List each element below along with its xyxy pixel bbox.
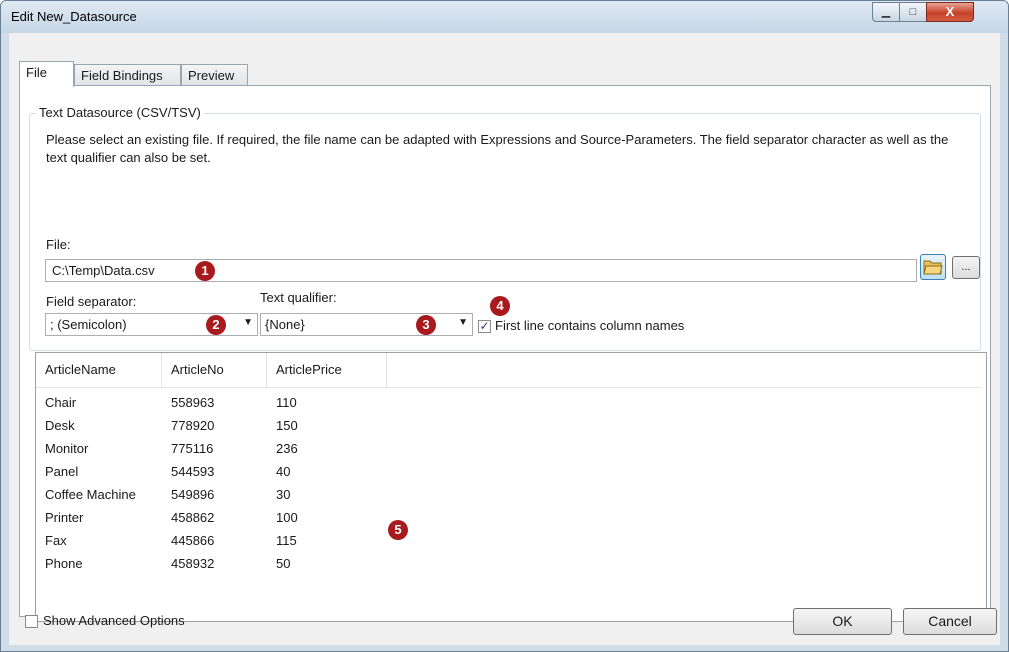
cell-article-price: 110 — [276, 395, 297, 410]
tab-file[interactable]: File — [19, 61, 74, 87]
callout-badge-2: 2 — [206, 315, 226, 335]
table-row[interactable]: Chair 558963 110 — [36, 391, 436, 414]
callout-badge-5: 5 — [388, 520, 408, 540]
callout-badge-4: 4 — [490, 296, 510, 316]
close-icon: X — [945, 4, 955, 19]
text-qualifier-select[interactable]: {None} ▼ — [260, 313, 473, 336]
tab-field-bindings[interactable]: Field Bindings — [74, 64, 181, 86]
ok-button-label: OK — [832, 613, 853, 629]
first-line-checkbox[interactable]: ✓ — [478, 320, 491, 333]
file-label: File: — [46, 237, 71, 252]
maximize-icon: □ — [909, 6, 917, 18]
callout-badge-1: 1 — [195, 261, 215, 281]
field-separator-select[interactable]: ; (Semicolon) ▼ — [45, 313, 258, 336]
cell-article-price: 150 — [276, 418, 298, 433]
cell-article-name: Panel — [45, 464, 79, 479]
table-row[interactable]: Monitor 775116 236 — [36, 437, 436, 460]
grid-header: ArticleName ArticleNo ArticlePrice — [36, 353, 980, 388]
cell-article-price: 40 — [276, 464, 291, 479]
table-row[interactable]: Panel 544593 40 — [36, 460, 436, 483]
tab-preview-label: Preview — [188, 68, 235, 83]
cell-article-no: 458862 — [171, 510, 215, 525]
advanced-options-label[interactable]: Show Advanced Options — [43, 613, 185, 628]
expression-button-label: ... — [961, 261, 971, 273]
table-row[interactable]: Coffee Machine 549896 30 — [36, 483, 436, 506]
cell-article-name: Phone — [45, 556, 83, 571]
file-tab-panel: Text Datasource (CSV/TSV) Please select … — [19, 85, 991, 622]
maximize-button[interactable]: □ — [899, 2, 927, 22]
window-title: Edit New_Datasource — [11, 9, 137, 24]
dialog-window: Edit New_Datasource ▁ □ X File Field Bin… — [0, 0, 1009, 652]
checkmark-icon: ✓ — [479, 319, 490, 333]
group-description: Please select an existing file. If requi… — [46, 132, 949, 165]
cell-article-no: 445866 — [171, 533, 215, 548]
cell-article-price: 115 — [276, 533, 297, 548]
cell-article-price: 30 — [276, 487, 291, 502]
folder-open-icon — [923, 260, 943, 275]
minimize-button[interactable]: ▁ — [872, 2, 900, 22]
cell-article-name: Desk — [45, 418, 75, 433]
cell-article-name: Printer — [45, 510, 84, 525]
text-qualifier-label: Text qualifier: — [260, 290, 337, 305]
column-header[interactable]: ArticlePrice — [267, 353, 387, 387]
cell-article-name: Monitor — [45, 441, 89, 456]
data-preview-grid[interactable]: ArticleName ArticleNo ArticlePrice Chair… — [35, 352, 987, 622]
field-separator-label: Field separator: — [46, 294, 137, 309]
cell-article-no: 549896 — [171, 487, 215, 502]
browse-file-button[interactable] — [920, 254, 946, 280]
chevron-down-icon: ▼ — [458, 317, 468, 328]
first-line-checkbox-label[interactable]: First line contains column names — [495, 318, 684, 333]
tab-preview[interactable]: Preview — [181, 64, 248, 86]
table-row[interactable]: Phone 458932 50 — [36, 552, 436, 575]
cell-article-price: 100 — [276, 510, 298, 525]
field-separator-value: ; (Semicolon) — [50, 317, 127, 332]
column-header[interactable]: ArticleNo — [162, 353, 267, 387]
cell-article-name: Coffee Machine — [45, 487, 136, 502]
table-row[interactable]: Desk 778920 150 — [36, 414, 436, 437]
advanced-options-checkbox[interactable] — [25, 615, 38, 628]
group-title: Text Datasource (CSV/TSV) — [36, 105, 204, 120]
cell-article-price: 236 — [276, 441, 298, 456]
cell-article-no: 558963 — [171, 395, 215, 410]
column-header[interactable]: ArticleName — [36, 353, 162, 387]
title-bar[interactable]: Edit New_Datasource ▁ □ X — [1, 1, 1008, 33]
table-row[interactable]: Printer 458862 100 — [36, 506, 436, 529]
minimize-icon: ▁ — [881, 6, 891, 18]
cell-article-name: Fax — [45, 533, 67, 548]
table-row[interactable]: Fax 445866 115 — [36, 529, 436, 552]
callout-badge-3: 3 — [416, 315, 436, 335]
cell-article-no: 775116 — [171, 441, 214, 456]
cell-article-no: 778920 — [171, 418, 215, 433]
tab-field-bindings-label: Field Bindings — [81, 68, 163, 83]
expression-button[interactable]: ... — [952, 256, 980, 279]
ok-button[interactable]: OK — [793, 608, 892, 635]
cell-article-name: Chair — [45, 395, 77, 410]
cancel-button-label: Cancel — [928, 613, 972, 629]
cancel-button[interactable]: Cancel — [903, 608, 997, 635]
tab-file-label: File — [26, 65, 47, 80]
cell-article-no: 458932 — [171, 556, 215, 571]
chevron-down-icon: ▼ — [243, 317, 253, 328]
file-path-input[interactable]: C:\Temp\Data.csv — [45, 259, 917, 282]
text-qualifier-value: {None} — [265, 317, 305, 332]
cell-article-price: 50 — [276, 556, 291, 571]
cell-article-no: 544593 — [171, 464, 215, 479]
dialog-client-area: File Field Bindings Preview Text Datasou… — [9, 33, 1000, 645]
close-button[interactable]: X — [926, 2, 974, 22]
